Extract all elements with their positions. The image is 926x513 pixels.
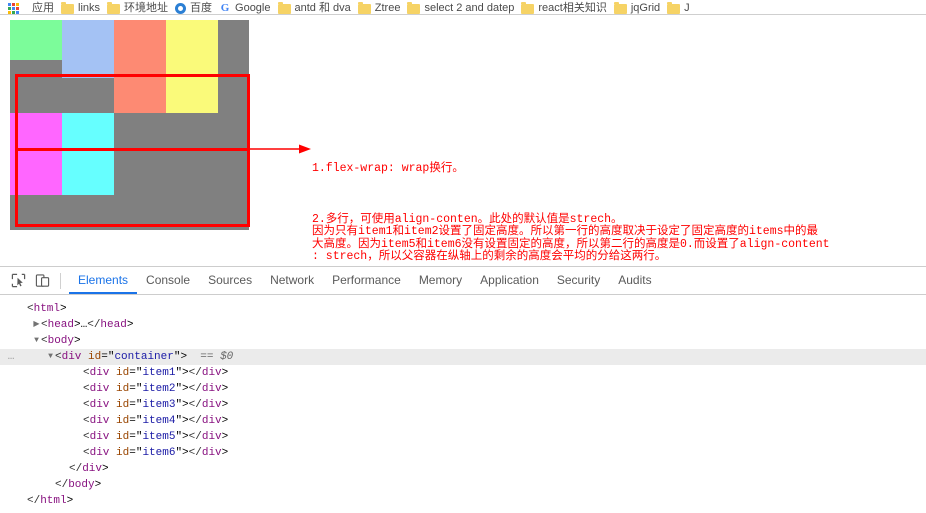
disclosure-triangle-icon[interactable]: ▶ [32,317,41,333]
folder-icon [357,2,371,14]
dom-tree-row[interactable]: <div id="item1"></div> [0,365,926,381]
devtools-tab-application[interactable]: Application [471,267,548,294]
flex-item-item5 [10,113,62,195]
bookmarks-bar: 应用 links 环境地址 百度 G Google antd 和 dva Ztree selec… [0,0,926,15]
dom-row-text: <div id="item4"></div> [83,415,229,427]
bookmark-label: links [78,2,101,14]
dom-row-text: </html> [27,495,74,507]
dom-row-text: <div id="item1"></div> [83,367,229,379]
dom-tree-row[interactable]: ▶ <head>…</head> [0,317,926,333]
annotation-paragraph-2: 2.多行，可使用align-conten。此处的默认值是strech。 因为只有… [312,213,830,264]
dom-row-text: <head>…</head> [41,319,134,331]
baidu-favicon [175,3,187,14]
apps-grid-icon [8,2,22,14]
dom-tree-row[interactable]: <div id="item5"></div> [0,429,926,445]
annotation-paragraph-1: 1.flex-wrap: wrap换行。 [312,161,464,175]
bookmark-label: 应用 [32,2,54,14]
devtools-panel: Elements Console Sources Network Performance… [0,266,926,513]
devtools-tab-performance[interactable]: Performance [323,267,410,294]
bookmark-item[interactable]: Ztree [356,0,406,14]
bookmark-item[interactable]: antd 和 dva [276,0,356,14]
dom-row-text: <div id="item6"></div> [83,447,229,459]
dom-tree-row[interactable]: <div id="item4"></div> [0,413,926,429]
dom-row-text: <div id="item3"></div> [83,399,229,411]
annotation-arrow-icon [249,144,311,154]
bookmark-label: Google [235,2,271,14]
bookmark-item[interactable]: links [59,0,105,14]
bookmark-item[interactable]: select 2 and datep [405,0,519,14]
dom-tree-row[interactable]: ▼ <body> [0,333,926,349]
toolbar-divider [60,272,61,289]
dom-row-text: <div id="item5"></div> [83,431,229,443]
devtools-tab-memory[interactable]: Memory [410,267,471,294]
devtools-tab-audits[interactable]: Audits [609,267,660,294]
folder-icon [61,2,74,14]
device-toolbar-icon[interactable] [30,270,54,292]
dom-tree-row[interactable]: <html> [0,301,926,317]
folder-icon [667,2,681,14]
dom-tree-row[interactable]: <div id="item3"></div> [0,397,926,413]
devtools-tab-console[interactable]: Console [137,267,199,294]
bookmark-item[interactable]: 环境地址 [105,0,173,14]
devtools-tab-network[interactable]: Network [261,267,323,294]
flex-item-item2 [62,20,114,78]
devtools-tab-sources[interactable]: Sources [199,267,261,294]
bookmark-label: Ztree [374,2,401,14]
dom-tree-row[interactable]: </div> [0,461,926,477]
flex-item-item4 [166,20,218,113]
bookmark-item[interactable]: 百度 [173,0,217,14]
dom-row-text: <div id="container"> == $0 [55,351,234,363]
bookmark-label: J [684,2,690,14]
dom-tree-row[interactable]: <div id="item2"></div> [0,381,926,397]
dom-row-text: <body> [41,335,81,347]
bookmark-label: 环境地址 [124,2,169,14]
dom-tree-row[interactable]: … ▼ <div id="container"> == $0 [0,349,926,365]
dom-row-text: <div id="item2"></div> [83,383,229,395]
bookmark-item[interactable]: react相关知识 [519,0,611,14]
flex-item-item1 [10,20,62,60]
dom-tree-row[interactable]: </html> [0,493,926,509]
folder-icon [613,2,627,14]
bookmark-label: select 2 and datep [424,2,515,14]
bookmark-item[interactable]: G Google [217,0,275,14]
devtools-toolbar: Elements Console Sources Network Performance… [0,267,926,295]
disclosure-triangle-icon[interactable]: ▼ [32,333,41,349]
bookmark-item[interactable]: jqGrid [612,0,665,14]
inspect-element-icon[interactable] [6,270,30,292]
folder-icon [277,2,291,14]
dom-tree[interactable]: <html> ▶ <head>…</head> ▼ <body>… ▼ <div id="c… [0,295,926,509]
bookmark-label: antd 和 dva [294,2,351,14]
google-favicon: G [220,2,230,14]
red-highlight-divider [15,148,250,151]
folder-icon [407,2,421,14]
disclosure-triangle-icon[interactable]: ▼ [46,349,55,365]
flex-item-item6 [62,113,114,195]
bookmark-label: 百度 [190,2,213,14]
flex-item-item3 [114,20,166,113]
bookmark-label: react相关知识 [538,2,607,14]
dom-row-text: </div> [69,463,109,475]
bookmark-item[interactable]: 应用 [0,0,59,14]
dom-row-text: <html> [27,303,67,315]
devtools-tab-security[interactable]: Security [548,267,609,294]
expand-ellipsis-icon[interactable]: … [4,349,18,365]
dom-tree-row[interactable]: </body> [0,477,926,493]
folder-icon [107,2,121,14]
folder-icon [521,2,535,14]
bookmark-item[interactable]: J [665,0,695,14]
devtools-tab-elements[interactable]: Elements [69,267,138,294]
dom-tree-row[interactable]: <div id="item6"></div> [0,445,926,461]
dom-row-text: </body> [55,479,102,491]
flex-container-demo [10,20,249,230]
bookmark-label: jqGrid [630,2,661,14]
